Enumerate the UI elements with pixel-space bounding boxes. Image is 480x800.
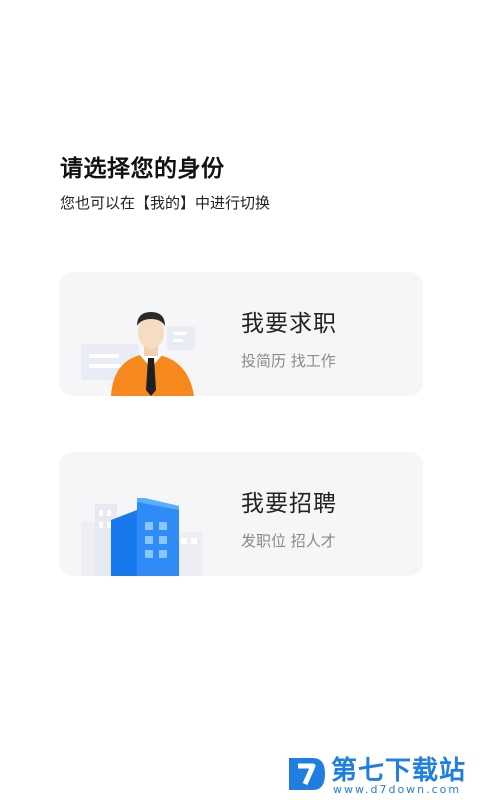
- page-subtitle: 您也可以在【我的】中进行切换: [60, 194, 271, 212]
- watermark: 第七下载站 www.d7down.com: [285, 748, 480, 800]
- recruiter-title: 我要招聘: [241, 491, 337, 517]
- job-seeker-title: 我要求职: [241, 311, 337, 337]
- page-title: 请选择您的身份: [60, 156, 225, 182]
- recruiter-description: 发职位 招人才: [241, 532, 336, 550]
- recruiter-option-card[interactable]: 我要招聘 发职位 招人才: [59, 452, 423, 576]
- d7-logo-icon: [289, 758, 325, 790]
- watermark-brand: 第七下载站: [331, 756, 467, 786]
- office-building-icon: [81, 498, 203, 576]
- job-seeker-option-card[interactable]: 我要求职 投简历 找工作: [59, 272, 423, 396]
- job-seeker-description: 投简历 找工作: [241, 352, 336, 370]
- watermark-url: www.d7down.com: [333, 783, 462, 796]
- job-seeker-person-icon: [81, 312, 195, 396]
